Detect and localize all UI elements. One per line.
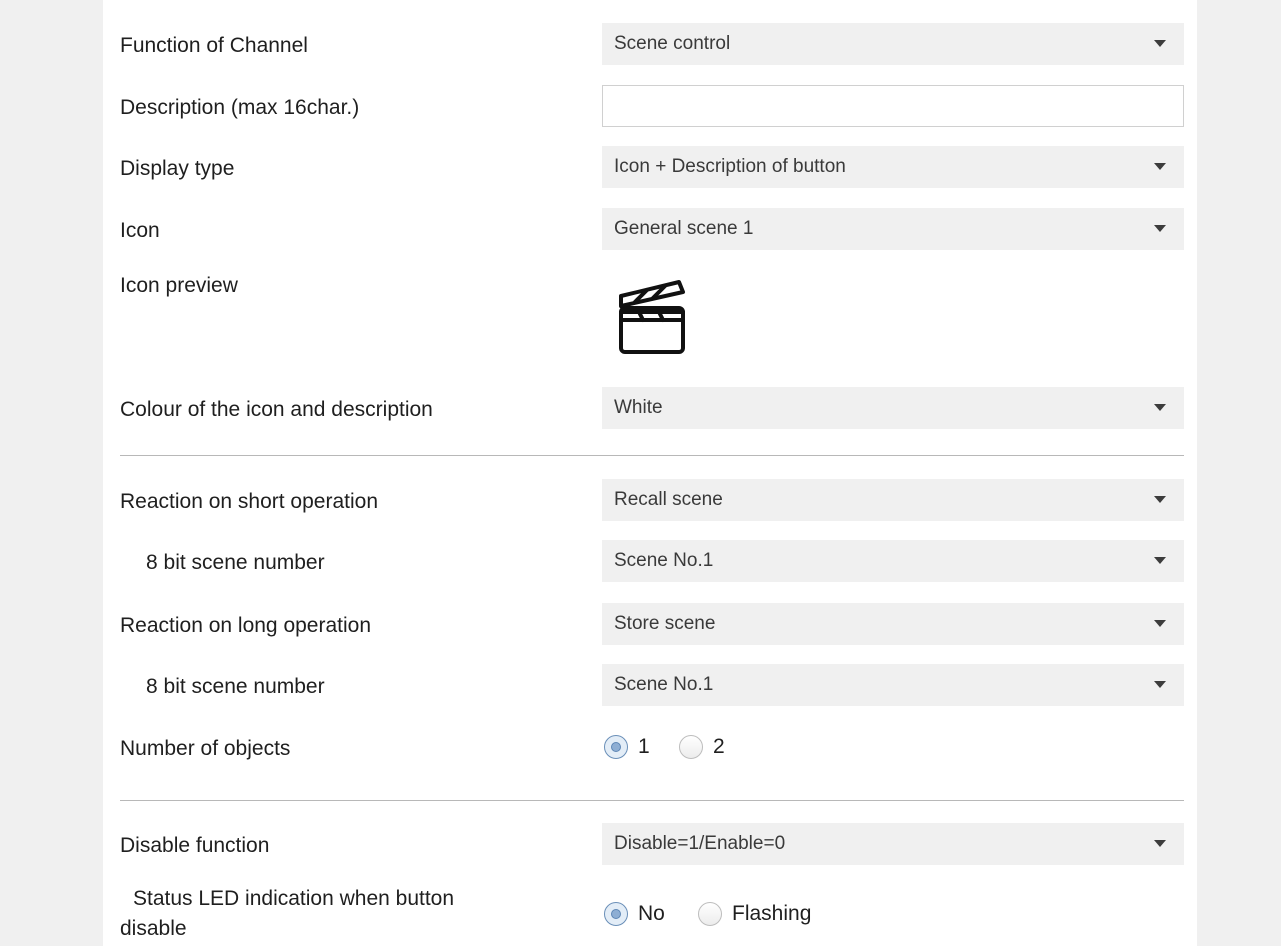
disable-function-label: Disable function <box>120 834 270 857</box>
description-label: Description (max 16char.) <box>120 96 360 119</box>
function-of-channel-select[interactable]: Scene control <box>602 23 1184 65</box>
clapperboard-icon <box>613 278 689 356</box>
radio-unchecked-icon <box>698 902 722 926</box>
display-type-value: Icon + Description of button <box>614 156 846 177</box>
short-operation-value: Recall scene <box>614 489 723 510</box>
status-led-label-line1: Status LED indication when button <box>133 887 455 910</box>
short-scene-number-value: Scene No.1 <box>614 550 714 571</box>
chevron-down-icon <box>1154 163 1166 170</box>
number-of-objects-label: Number of objects <box>120 737 291 760</box>
description-input[interactable] <box>602 85 1184 127</box>
chevron-down-icon <box>1154 840 1166 847</box>
icon-select[interactable]: General scene 1 <box>602 208 1184 250</box>
radio-checked-icon <box>604 735 628 759</box>
long-operation-select[interactable]: Store scene <box>602 603 1184 645</box>
disable-function-select[interactable]: Disable=1/Enable=0 <box>602 823 1184 865</box>
colour-value: White <box>614 397 663 418</box>
status-led-radio-flashing[interactable]: Flashing <box>698 900 848 930</box>
colour-label: Colour of the icon and description <box>120 398 433 421</box>
icon-value: General scene 1 <box>614 218 754 239</box>
short-operation-select[interactable]: Recall scene <box>602 479 1184 521</box>
parameter-panel: Function of Channel Scene control Descri… <box>103 0 1197 946</box>
objects-option-1: 1 <box>638 735 650 758</box>
radio-checked-icon <box>604 902 628 926</box>
status-led-option-flashing: Flashing <box>732 902 812 925</box>
display-type-select[interactable]: Icon + Description of button <box>602 146 1184 188</box>
long-scene-number-select[interactable]: Scene No.1 <box>602 664 1184 706</box>
chevron-down-icon <box>1154 557 1166 564</box>
long-scene-number-label: 8 bit scene number <box>146 675 325 698</box>
objects-radio-1[interactable]: 1 <box>604 733 664 763</box>
status-led-label-line2: disable <box>120 917 187 940</box>
function-of-channel-label: Function of Channel <box>120 34 308 57</box>
chevron-down-icon <box>1154 681 1166 688</box>
section-divider <box>120 800 1184 801</box>
long-scene-number-value: Scene No.1 <box>614 674 714 695</box>
chevron-down-icon <box>1154 404 1166 411</box>
objects-radio-2[interactable]: 2 <box>679 733 739 763</box>
function-of-channel-value: Scene control <box>614 33 731 54</box>
colour-select[interactable]: White <box>602 387 1184 429</box>
chevron-down-icon <box>1154 620 1166 627</box>
chevron-down-icon <box>1154 225 1166 232</box>
disable-function-value: Disable=1/Enable=0 <box>614 833 786 854</box>
icon-label: Icon <box>120 219 160 242</box>
display-type-label: Display type <box>120 157 235 180</box>
radio-unchecked-icon <box>679 735 703 759</box>
chevron-down-icon <box>1154 40 1166 47</box>
status-led-option-no: No <box>638 902 665 925</box>
chevron-down-icon <box>1154 496 1166 503</box>
short-scene-number-label: 8 bit scene number <box>146 551 325 574</box>
short-operation-label: Reaction on short operation <box>120 490 378 513</box>
section-divider <box>120 455 1184 456</box>
status-led-radio-no[interactable]: No <box>604 900 694 930</box>
short-scene-number-select[interactable]: Scene No.1 <box>602 540 1184 582</box>
long-operation-value: Store scene <box>614 613 716 634</box>
icon-preview-label: Icon preview <box>120 274 238 297</box>
long-operation-label: Reaction on long operation <box>120 614 372 637</box>
objects-option-2: 2 <box>713 735 725 758</box>
